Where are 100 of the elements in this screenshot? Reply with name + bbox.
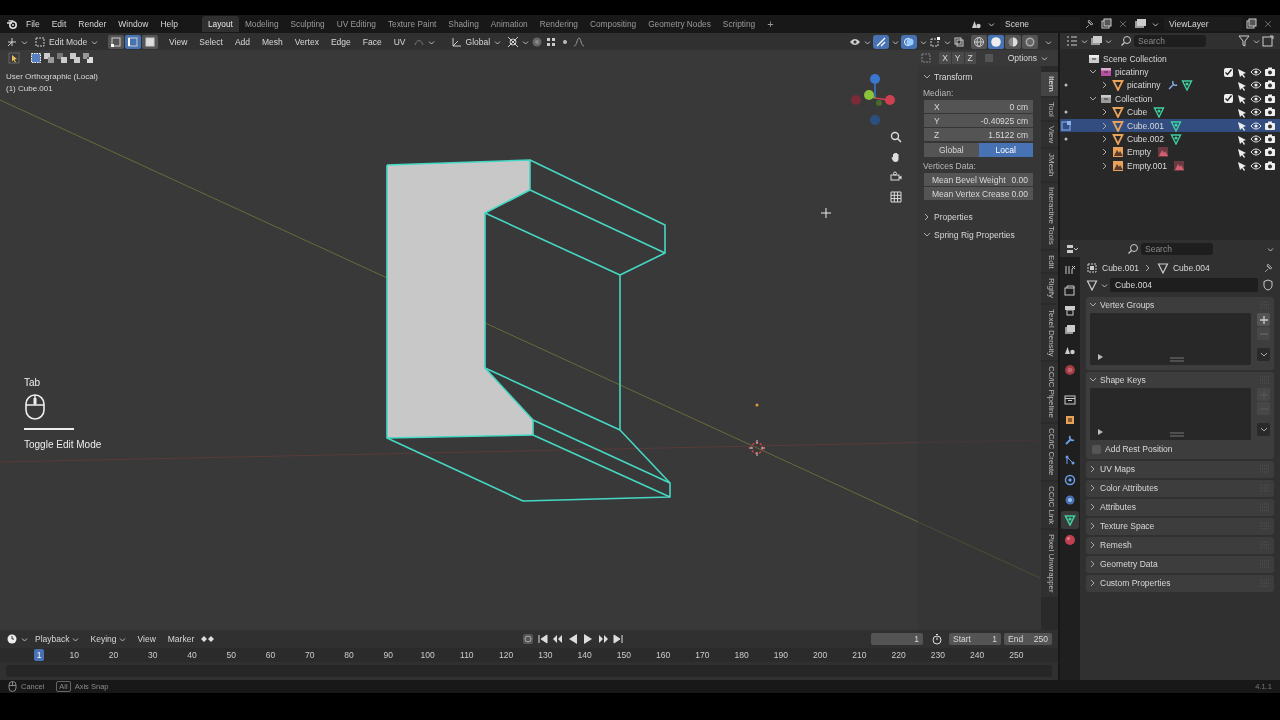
search-field[interactable]: Search	[1134, 35, 1206, 47]
display-mode-icon[interactable]	[1066, 35, 1078, 47]
workspace-tab[interactable]: Modeling	[238, 16, 285, 32]
outliner-row[interactable]: Cube.002	[1060, 132, 1280, 146]
falloff-curve-icon[interactable]	[573, 35, 586, 48]
select-tool-icon[interactable]	[8, 52, 20, 64]
menu-item[interactable]: Playback	[30, 634, 84, 644]
outliner-row[interactable]: Collection	[1060, 92, 1280, 106]
pin-icon[interactable]	[1262, 262, 1274, 274]
options-dropdown[interactable]: Options	[1003, 52, 1052, 64]
specials-menu-button[interactable]	[1257, 348, 1270, 361]
blender-logo-icon[interactable]	[6, 18, 18, 30]
record-icon[interactable]	[522, 633, 535, 645]
outliner-row[interactable]: Cube.001	[1060, 118, 1280, 133]
clock-icon[interactable]	[6, 633, 18, 645]
eye-icon[interactable]	[1250, 159, 1262, 172]
wireframe-shading-button[interactable]	[971, 34, 987, 49]
view-layer-field[interactable]: ViewLayer	[1164, 17, 1242, 31]
current-frame-field[interactable]: 1	[871, 633, 923, 645]
camera-icon[interactable]	[1264, 159, 1276, 172]
workspace-tab[interactable]: Compositing	[584, 16, 643, 32]
menu-item[interactable]: Mesh	[257, 36, 288, 47]
snap-grid-icon[interactable]	[545, 35, 558, 48]
snap-icon[interactable]	[531, 35, 544, 48]
axis-toggle[interactable]: X	[939, 52, 951, 64]
selection-mode-icon[interactable]	[43, 52, 55, 64]
panel-header[interactable]: Properties	[922, 210, 1035, 224]
outliner-row[interactable]: picatinny	[1060, 65, 1280, 79]
dot-icon[interactable]	[1063, 82, 1069, 89]
menu-item[interactable]: File	[20, 19, 46, 29]
sidebar-tab[interactable]: Rigify	[1041, 274, 1058, 303]
editor-type-icon[interactable]	[6, 35, 18, 48]
select-arrow-icon[interactable]	[1237, 120, 1248, 132]
workspace-tab[interactable]: Sculpting	[284, 16, 331, 32]
copy-icon[interactable]	[1245, 18, 1257, 30]
navigation-gizmo[interactable]	[850, 73, 896, 126]
current-frame-badge[interactable]: 1	[33, 649, 45, 661]
select-arrow-icon[interactable]	[1237, 79, 1248, 91]
menu-item[interactable]: Keying	[85, 634, 131, 644]
workspace-tab[interactable]: Geometry Nodes	[642, 16, 717, 32]
stopwatch-icon[interactable]	[931, 633, 943, 645]
view-layer-icon[interactable]	[1090, 35, 1102, 47]
rendered-shading-button[interactable]	[1022, 34, 1038, 49]
material-shading-button[interactable]	[1005, 34, 1021, 49]
outliner-row[interactable]: picatinny	[1060, 78, 1280, 93]
jump-start-icon[interactable]	[537, 633, 550, 645]
specials-menu-button[interactable]	[1257, 423, 1270, 436]
panel-header[interactable]: Custom Properties	[1086, 575, 1274, 591]
panel-header[interactable]: Color Attributes	[1086, 480, 1274, 496]
end-frame-field[interactable]: End 250	[1004, 633, 1052, 645]
space-toggle[interactable]: Local	[978, 143, 1033, 157]
data-name-field[interactable]: Cube.004	[1110, 278, 1258, 292]
start-frame-field[interactable]: Start 1	[949, 633, 1001, 645]
hand-icon[interactable]	[890, 151, 902, 163]
pivot-icon[interactable]	[507, 35, 520, 48]
camera-icon[interactable]	[1264, 92, 1276, 105]
number-field[interactable]: Mean Bevel Weight 0.00	[924, 173, 1033, 186]
panel-header[interactable]: Texture Space	[1086, 518, 1274, 534]
checkbox-label[interactable]: Add Rest Position	[1105, 444, 1173, 454]
menu-item[interactable]: Window	[112, 19, 155, 29]
zoom-icon[interactable]	[890, 131, 902, 143]
menu-item[interactable]: Render	[72, 19, 113, 29]
mesh-data-icon[interactable]	[1086, 279, 1098, 291]
selection-mode-icon[interactable]	[56, 52, 68, 64]
panel-header[interactable]: Attributes	[1086, 499, 1274, 515]
fake-user-icon[interactable]	[1262, 279, 1274, 291]
menu-item[interactable]: Add	[229, 36, 256, 47]
panel-header[interactable]: Geometry Data	[1086, 556, 1274, 572]
menu-item[interactable]: Select	[194, 36, 228, 47]
workspace-tab[interactable]: Animation	[484, 16, 534, 32]
play-reverse-icon[interactable]	[567, 633, 580, 645]
panel-header[interactable]: Spring Rig Properties	[922, 228, 1035, 242]
sidebar-tab[interactable]: Edit	[1041, 250, 1058, 273]
checkbox[interactable]	[1224, 67, 1233, 77]
dot-icon[interactable]	[1063, 109, 1069, 116]
selection-mode-icon[interactable]	[69, 52, 81, 64]
outliner-row[interactable]: Empty.001	[1060, 159, 1280, 173]
panel-header[interactable]: UV Maps	[1086, 461, 1274, 477]
select-arrow-icon[interactable]	[1237, 106, 1248, 118]
menu-item[interactable]: Edit	[45, 19, 73, 29]
sidebar-tab[interactable]: CC/iC Pipeline	[1041, 362, 1058, 423]
sidebar-tab[interactable]: Interactive Tools	[1041, 183, 1058, 249]
orientation-dropdown[interactable]: Global	[446, 34, 506, 49]
sidebar-tab[interactable]: Tool	[1041, 97, 1058, 121]
camera-icon[interactable]	[1264, 133, 1276, 146]
checkbox[interactable]	[1092, 444, 1101, 454]
panel-header[interactable]: Shape Keys	[1086, 372, 1274, 388]
grid-icon[interactable]	[890, 191, 902, 203]
select-arrow-icon[interactable]	[1237, 160, 1248, 172]
axis-toggle[interactable]: Y	[951, 52, 964, 64]
workspace-tab[interactable]: Rendering	[533, 16, 584, 32]
sidebar-tab[interactable]: Pixel Unwrapper	[1041, 529, 1058, 597]
number-field[interactable]: Mean Vertex Crease 0.00	[924, 187, 1033, 200]
select-arrow-icon[interactable]	[1237, 66, 1248, 78]
close-icon[interactable]	[1117, 18, 1129, 30]
sidebar-tab[interactable]: CC/iC Link	[1041, 481, 1058, 528]
camera-icon[interactable]	[890, 171, 902, 183]
overlays-toggle[interactable]	[901, 34, 917, 49]
solid-shading-button[interactable]	[988, 34, 1004, 49]
selection-mode-icon[interactable]	[82, 52, 94, 64]
